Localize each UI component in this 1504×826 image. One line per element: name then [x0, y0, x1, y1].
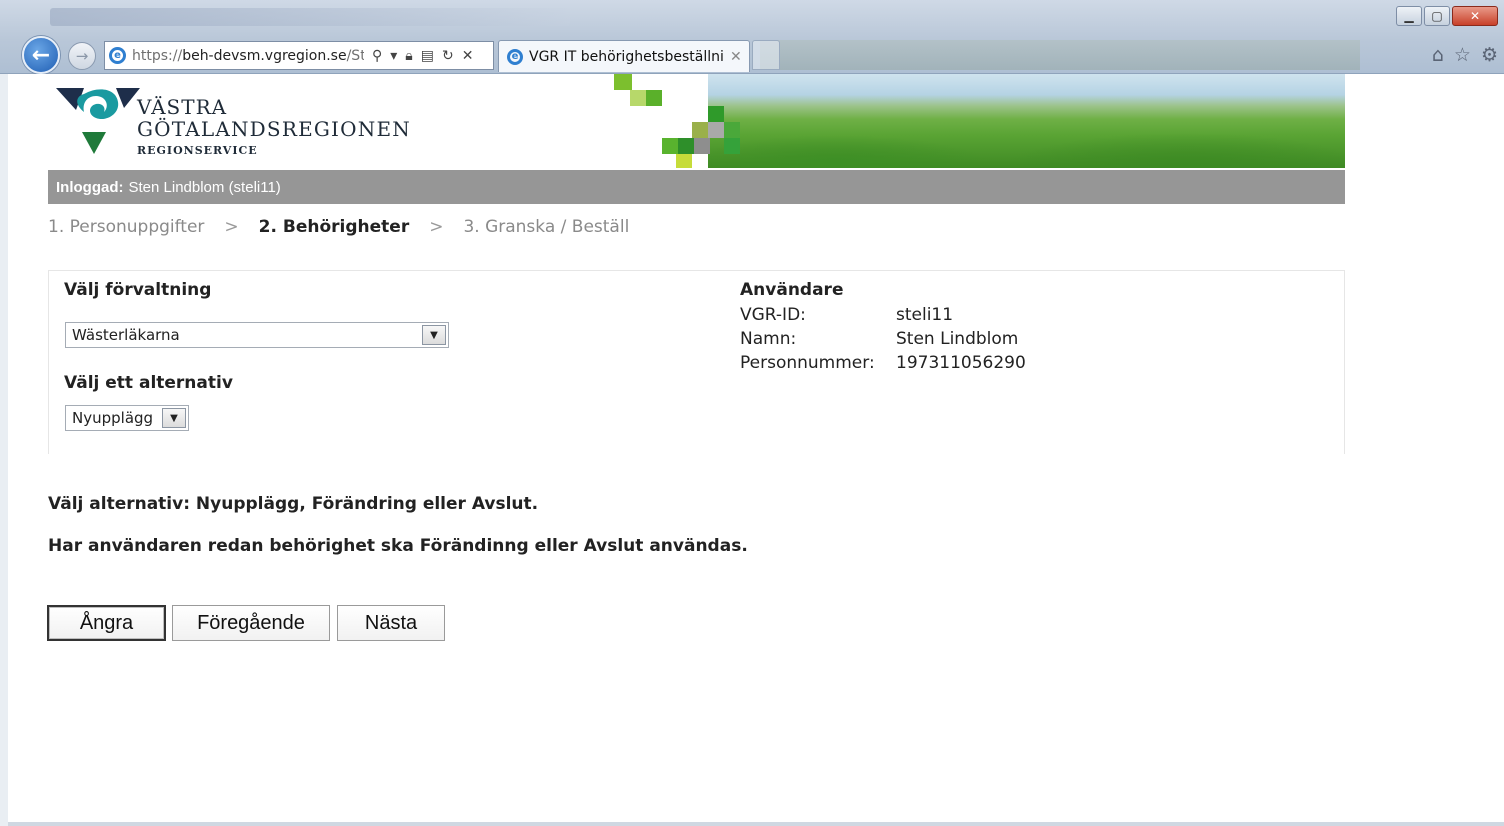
refresh-icon[interactable]: ↻: [442, 48, 454, 64]
user-info-value: Sten Lindblom: [896, 329, 1019, 349]
step-breadcrumb: 1. Personuppgifter > 2. Behörigheter > 3…: [48, 217, 629, 237]
logo-line-3: REGIONSERVICE: [137, 144, 258, 157]
stop-icon[interactable]: ✕: [462, 48, 474, 64]
step-granska-bestall[interactable]: 3. Granska / Beställ: [463, 217, 629, 237]
instruction-message-2: Har användaren redan behörighet ska Förä…: [48, 536, 748, 556]
header-banner-image: [708, 74, 1345, 168]
user-info: Användare VGR-ID: steli11 Namn: Sten Lin…: [740, 280, 1026, 375]
banner-pixel-square: [724, 122, 740, 138]
dropdown-arrow-icon[interactable]: ▼: [422, 325, 446, 345]
compat-view-icon[interactable]: ▤: [421, 48, 434, 64]
title-bar-blur: [50, 8, 570, 26]
arrow-right-icon: →: [75, 47, 89, 65]
form-panel: [48, 270, 1345, 454]
url-path: /Ste: [346, 47, 364, 64]
tab-title: VGR IT behörighetsbeställni...: [529, 48, 724, 65]
forward-button[interactable]: →: [68, 42, 96, 70]
browser-chrome: ▁ ▢ ✕ ← → e https://beh-devsm.vgregion.s…: [0, 0, 1504, 74]
address-bar-icons: ⚲ ▾ 🔒︎ ▤ ↻ ✕: [372, 48, 473, 64]
dropdown-arrow-icon[interactable]: ▼: [162, 408, 186, 428]
arrow-left-icon: ←: [31, 42, 51, 68]
new-tab-button[interactable]: [752, 40, 780, 70]
user-info-row: VGR-ID: steli11: [740, 303, 1026, 327]
minimize-icon[interactable]: ▁: [1396, 6, 1422, 26]
url-host: beh-devsm.vgregion.se: [182, 47, 347, 64]
user-info-key: Personnummer:: [740, 353, 875, 373]
banner-pixel-square: [708, 106, 724, 122]
previous-button[interactable]: Föregående: [172, 605, 330, 641]
chevron-down-icon[interactable]: ▾: [390, 48, 397, 64]
login-user: Sten Lindblom (steli11): [128, 178, 281, 196]
login-status-bar: Inloggad: Sten Lindblom (steli11): [48, 170, 1345, 204]
close-icon[interactable]: ✕: [1452, 6, 1498, 26]
logo-line-2: GÖTALANDSREGIONEN: [137, 117, 411, 141]
search-icon[interactable]: ⚲: [372, 48, 382, 64]
forvaltning-select-value: Wästerläkarna: [72, 326, 180, 344]
user-info-value: 197311056290: [896, 353, 1026, 373]
window-bottom-border: [8, 822, 1504, 826]
forvaltning-label: Välj förvaltning: [64, 280, 212, 300]
browser-toolbar-icons: ⌂ ☆ ⚙: [1432, 44, 1498, 66]
tab-close-icon[interactable]: ✕: [730, 49, 742, 65]
alternativ-select-value: Nyupplägg: [72, 409, 154, 427]
banner-pixel-square: [692, 122, 708, 138]
step-personuppgifter[interactable]: 1. Personuppgifter: [48, 217, 204, 237]
star-icon[interactable]: ☆: [1454, 44, 1471, 66]
gear-icon[interactable]: ⚙: [1481, 44, 1498, 66]
banner-pixel-square: [678, 138, 694, 154]
banner-pixel-square: [694, 138, 710, 154]
url-text[interactable]: https://beh-devsm.vgregion.se/Ste: [132, 48, 364, 64]
site-header: VÄSTRA GÖTALANDSREGIONEN REGIONSERVICE: [48, 74, 1345, 170]
alternativ-select[interactable]: Nyupplägg ▼: [65, 405, 189, 431]
vgr-logo-icon: [56, 88, 140, 154]
alternativ-label: Välj ett alternativ: [64, 373, 233, 393]
banner-pixel-square: [662, 138, 678, 154]
browser-tab[interactable]: e VGR IT behörighetsbeställni... ✕: [498, 40, 750, 72]
back-button[interactable]: ←: [22, 36, 60, 74]
step-separator: >: [224, 217, 239, 237]
banner-pixel-square: [724, 138, 740, 154]
user-info-row: Namn: Sten Lindblom: [740, 327, 1026, 351]
forvaltning-select[interactable]: Wästerläkarna ▼: [65, 322, 449, 348]
banner-pixel-square: [630, 90, 646, 106]
instruction-message-1: Välj alternativ: Nyupplägg, Förändring e…: [48, 494, 539, 514]
chrome-background-blur: [760, 40, 1360, 70]
ie-icon: e: [109, 47, 126, 64]
ie-icon: e: [507, 48, 523, 65]
banner-pixel-square: [646, 90, 662, 106]
step-separator: >: [429, 217, 444, 237]
maximize-icon[interactable]: ▢: [1424, 6, 1450, 26]
address-bar[interactable]: e https://beh-devsm.vgregion.se/Ste ⚲ ▾ …: [104, 41, 494, 70]
banner-pixel-square: [708, 122, 724, 138]
step-behorigheter: 2. Behörigheter: [258, 217, 410, 237]
user-info-title: Användare: [740, 280, 844, 300]
window-controls: ▁ ▢ ✕: [1394, 6, 1498, 26]
url-prefix: https://: [132, 47, 183, 64]
user-info-value: steli11: [896, 305, 954, 325]
user-info-row: Personnummer: 197311056290: [740, 351, 1026, 375]
user-info-key: VGR-ID:: [740, 305, 806, 325]
banner-pixel-square: [614, 74, 632, 90]
lock-icon[interactable]: 🔒︎: [405, 48, 412, 64]
banner-pixel-square: [676, 154, 692, 168]
home-icon[interactable]: ⌂: [1432, 44, 1444, 66]
login-label: Inloggad:: [56, 178, 124, 196]
cancel-button[interactable]: Ångra: [47, 605, 166, 641]
user-info-key: Namn:: [740, 329, 797, 349]
logo-line-1: VÄSTRA: [137, 95, 228, 119]
next-button[interactable]: Nästa: [337, 605, 445, 641]
logo-text: VÄSTRA GÖTALANDSREGIONEN REGIONSERVICE: [137, 96, 411, 157]
